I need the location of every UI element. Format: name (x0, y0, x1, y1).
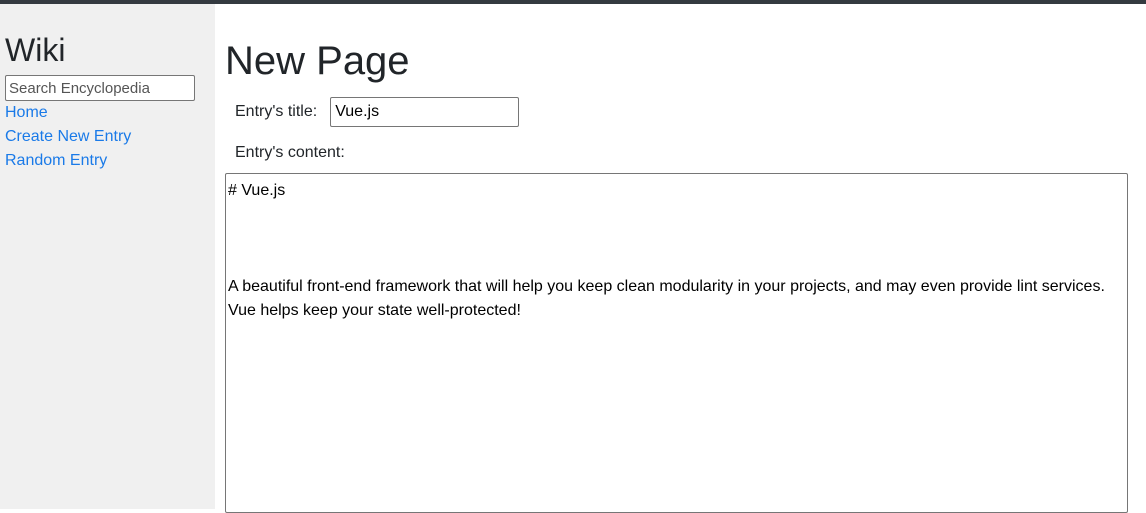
entry-title-label: Entry's title: (235, 103, 318, 120)
entry-title-row: Entry's title: (235, 97, 1130, 127)
sidebar: Wiki Home Create New Entry Random Entry (0, 4, 215, 509)
nav-link-create-new-entry[interactable]: Create New Entry (5, 125, 210, 149)
nav-link-random-entry[interactable]: Random Entry (5, 149, 210, 173)
main-content: New Page Entry's title: Entry's content: (225, 4, 1130, 513)
entry-title-input[interactable] (330, 97, 520, 127)
entry-content-label: Entry's content: (235, 144, 345, 161)
search-input[interactable] (5, 75, 195, 101)
nav-link-home[interactable]: Home (5, 101, 210, 125)
site-title: Wiki (5, 32, 66, 68)
entry-content-textarea[interactable] (225, 173, 1128, 513)
entry-content-label-row: Entry's content: (235, 141, 1130, 165)
page-title: New Page (225, 39, 410, 83)
